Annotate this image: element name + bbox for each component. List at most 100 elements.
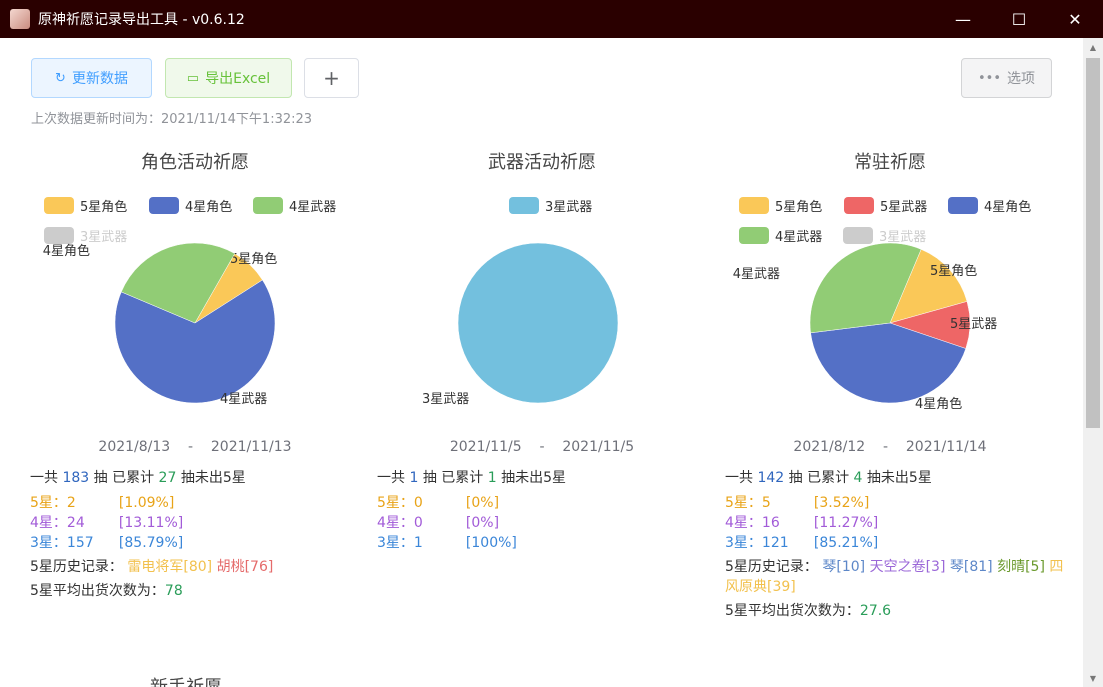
legend-label: 5星武器 <box>880 200 928 215</box>
minimize-button[interactable]: — <box>935 0 991 38</box>
star4-count: 0 <box>413 515 423 531</box>
stats-block: 一共 142 抽 已累计 4 抽未出5星 5星：5 [3.52%] 4星：16 [11.… <box>725 468 1070 621</box>
history-item: 天空之卷[3] <box>869 559 946 575</box>
total-count: 142 <box>757 470 785 486</box>
average-row: 5星平均出货次数为：27.6 <box>725 601 1070 621</box>
star3-row: 3星：1 [100%] <box>377 533 722 553</box>
legend-item[interactable]: 5星角色 <box>44 196 127 215</box>
legend-item[interactable]: 3星武器 <box>509 196 592 215</box>
legend-item[interactable]: 4星武器 <box>253 196 336 215</box>
legend-item[interactable]: 5星角色 <box>739 196 822 215</box>
star3-row: 3星：121 [85.21%] <box>725 533 1070 553</box>
total-count: 183 <box>62 470 90 486</box>
star5-label: 5星： <box>30 495 67 511</box>
history-item: 胡桃[76] <box>216 559 274 575</box>
history-item: 琴[81] <box>949 559 993 575</box>
scrollbar[interactable]: ▲ ▼ <box>1083 38 1103 687</box>
legend-item[interactable]: 4星角色 <box>948 196 1031 215</box>
total-row: 一共 142 抽 已累计 4 抽未出5星 <box>725 468 1070 488</box>
legend-swatch <box>509 197 539 214</box>
pie-slice-label: 5星武器 <box>950 317 997 332</box>
export-label: 导出Excel <box>205 71 271 87</box>
star4-percent: [13.11%] <box>118 515 184 531</box>
legend-swatch <box>739 197 769 214</box>
pie-slice[interactable] <box>457 243 619 404</box>
five-star-history: 5星历史记录： 雷电将军[80] 胡桃[76] <box>30 557 375 577</box>
star3-count: 121 <box>761 535 789 551</box>
main-content: ↻ 更新数据 ▭ 导出Excel + ••• 选项 上次数据更新时间为：2021… <box>0 38 1083 687</box>
history-item: 雷电将军[80] <box>127 559 213 575</box>
legend-swatch <box>739 227 769 244</box>
accum-count: 1 <box>487 470 497 486</box>
options-button[interactable]: ••• 选项 <box>961 58 1052 98</box>
accum-count: 27 <box>158 470 177 486</box>
total-unit: 抽 已累计 <box>422 470 484 486</box>
close-button[interactable]: ✕ <box>1047 0 1103 38</box>
panel-title: 武器活动祈愿 <box>488 152 596 173</box>
stats-block: 一共 183 抽 已累计 27 抽未出5星 5星：2 [1.09%] 4星：24 [13… <box>30 468 375 601</box>
legend-item[interactable]: 5星武器 <box>844 196 927 215</box>
star3-percent: [85.79%] <box>118 535 184 551</box>
star5-row: 5星：5 [3.52%] <box>725 493 1070 513</box>
star4-percent: [0%] <box>465 515 500 531</box>
star5-label: 5星： <box>725 495 762 511</box>
legend-swatch <box>44 227 74 244</box>
star4-row: 4星：24 [13.11%] <box>30 513 375 533</box>
star4-row: 4星：0 [0%] <box>377 513 722 533</box>
scroll-up-arrow[interactable]: ▲ <box>1083 38 1103 56</box>
date-start: 2021/8/12 <box>793 439 866 455</box>
legend-label: 4星角色 <box>984 200 1032 215</box>
star4-row: 4星：16 [11.27%] <box>725 513 1070 533</box>
more-icon: ••• <box>977 70 1001 86</box>
star4-percent: [11.27%] <box>813 515 879 531</box>
pie-slice-label: 4星武器 <box>733 267 780 282</box>
scroll-down-arrow[interactable]: ▼ <box>1083 669 1103 687</box>
panel-title: 角色活动祈愿 <box>141 152 249 173</box>
star3-label: 3星： <box>725 535 762 551</box>
star4-count: 16 <box>761 515 780 531</box>
last-update-time: 上次数据更新时间为：2021/11/14下午1:32:23 <box>31 112 313 127</box>
refresh-data-button[interactable]: ↻ 更新数据 <box>31 58 152 98</box>
app-icon <box>10 9 30 29</box>
scroll-thumb[interactable] <box>1086 58 1100 428</box>
star3-row: 3星：157 [85.79%] <box>30 533 375 553</box>
add-button[interactable]: + <box>304 58 359 98</box>
average-value: 78 <box>164 583 183 599</box>
legend-label: 4星角色 <box>185 200 233 215</box>
maximize-button[interactable]: ☐ <box>991 0 1047 38</box>
accum-count: 4 <box>853 470 863 486</box>
date-end: 2021/11/13 <box>210 439 292 455</box>
export-excel-button[interactable]: ▭ 导出Excel <box>165 58 292 98</box>
star3-label: 3星： <box>377 535 414 551</box>
panel-title: 常驻祈愿 <box>854 152 926 173</box>
average-label: 5星平均出货次数为： <box>30 583 165 599</box>
history-label: 5星历史记录： <box>725 559 818 575</box>
date-end: 2021/11/14 <box>905 439 987 455</box>
pie-chart: 5星角色 5星武器 4星角色 4星武器 <box>733 243 997 412</box>
pie-slice-label: 3星武器 <box>422 392 469 407</box>
refresh-label: 更新数据 <box>71 71 128 87</box>
legend-item[interactable]: 4星角色 <box>149 196 232 215</box>
total-prefix: 一共 <box>30 470 58 486</box>
date-range: 2021/8/13 - 2021/11/13 <box>30 439 360 455</box>
stats-block: 一共 1 抽 已累计 1 抽未出5星 5星：0 [0%] 4星：0 [0%] 3星：1 [1… <box>377 468 722 553</box>
date-start: 2021/8/13 <box>98 439 171 455</box>
accum-suffix: 抽未出5星 <box>501 470 567 486</box>
star5-count: 5 <box>761 495 771 511</box>
history-label: 5星历史记录： <box>30 559 123 575</box>
legend-swatch <box>844 197 874 214</box>
accum-suffix: 抽未出5星 <box>180 470 246 486</box>
star5-percent: [3.52%] <box>813 495 870 511</box>
star3-count: 1 <box>413 535 423 551</box>
legend-label: 4星武器 <box>289 200 337 215</box>
pie-slice-label: 4星角色 <box>915 396 962 412</box>
legend-swatch <box>948 197 978 214</box>
window-title: 原神祈愿记录导出工具 - v0.6.12 <box>38 12 245 28</box>
total-prefix: 一共 <box>377 470 405 486</box>
average-label: 5星平均出货次数为： <box>725 603 860 619</box>
star5-percent: [1.09%] <box>118 495 175 511</box>
star3-count: 157 <box>66 535 94 551</box>
total-unit: 抽 已累计 <box>788 470 850 486</box>
star5-label: 5星： <box>377 495 414 511</box>
pie-slice-label: 5星角色 <box>930 263 977 279</box>
